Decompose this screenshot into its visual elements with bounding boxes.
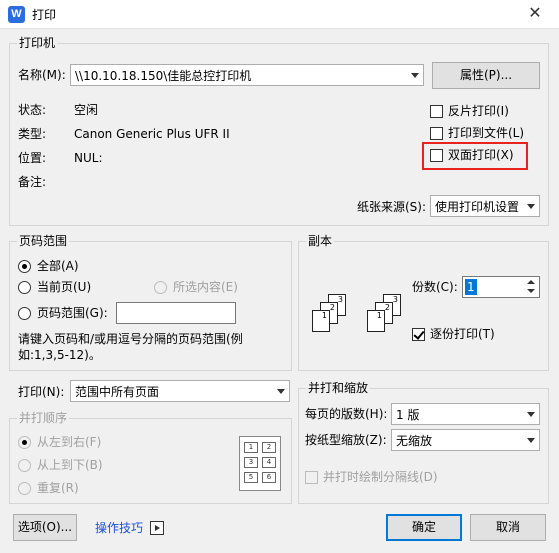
draw-lines-label: 并打时绘制分隔线(D) xyxy=(323,470,438,484)
page-range-selection-radio xyxy=(154,281,167,294)
print-what-value: 范围中所有页面 xyxy=(75,385,160,399)
where-value: NUL: xyxy=(74,151,103,165)
copies-count-label: 份数(C): xyxy=(412,280,458,294)
page-range-pages-label[interactable]: 页码范围(G): xyxy=(37,305,108,321)
page-range-all-label[interactable]: 全部(A) xyxy=(37,258,79,274)
order-group-label: 并打顺序 xyxy=(17,411,70,425)
tips-link[interactable]: 操作技巧 xyxy=(95,520,143,536)
comment-label: 备注: xyxy=(18,175,47,189)
paper-source-select[interactable]: 使用打印机设置 xyxy=(430,195,540,217)
wps-writer-icon: W xyxy=(8,6,25,23)
title-bar: W 打印 ✕ xyxy=(0,0,559,28)
print-to-file-checkbox[interactable] xyxy=(430,127,443,140)
scale-value: 无缩放 xyxy=(396,434,433,448)
pages-per-sheet-label: 每页的版数(H): xyxy=(305,407,388,421)
window-title: 打印 xyxy=(32,8,57,22)
order-cell: 1 xyxy=(244,442,258,453)
page-range-all-radio[interactable] xyxy=(18,260,31,273)
chevron-down-icon xyxy=(277,389,285,394)
print-dialog: 打印机 名称(M): \\10.10.18.150\佳能总控打印机 属性(P).… xyxy=(0,28,559,553)
order-repeat-radio xyxy=(18,482,31,495)
print-to-file-label[interactable]: 打印到文件(L) xyxy=(448,125,524,141)
draw-lines-checkbox xyxy=(305,471,318,484)
cancel-button[interactable]: 取消 xyxy=(470,514,546,541)
type-value: Canon Generic Plus UFR II xyxy=(74,127,230,141)
collate-page-1: 1 xyxy=(312,310,330,332)
printer-group-label: 打印机 xyxy=(17,36,58,50)
order-repeat-label: 重复(R) xyxy=(37,481,79,495)
ok-button[interactable]: 确定 xyxy=(386,514,462,541)
order-preview: 1 2 3 4 5 6 xyxy=(239,436,281,491)
page-range-group-label: 页码范围 xyxy=(17,234,70,248)
where-label: 位置: xyxy=(18,151,47,165)
copies-count-value: 1 xyxy=(465,279,477,295)
status-label: 状态: xyxy=(18,103,47,117)
duplex-label[interactable]: 双面打印(X) xyxy=(448,147,514,163)
chevron-down-icon xyxy=(527,204,535,209)
collate-page-1b: 1 xyxy=(367,310,385,332)
printer-name-select[interactable]: \\10.10.18.150\佳能总控打印机 xyxy=(70,64,424,86)
zoom-group-label: 并打和缩放 xyxy=(306,381,371,395)
pages-per-sheet-select[interactable]: 1 版 xyxy=(391,403,540,425)
collate-checkbox[interactable] xyxy=(412,328,425,341)
chevron-down-icon xyxy=(527,412,535,417)
spinner-up-icon[interactable] xyxy=(527,280,535,284)
pages-per-sheet-value: 1 版 xyxy=(396,408,420,422)
order-ltr-label: 从左到右(F) xyxy=(37,435,102,449)
collate-label[interactable]: 逐份打印(T) xyxy=(430,326,495,342)
options-button[interactable]: 选项(O)... xyxy=(13,514,77,541)
properties-button[interactable]: 属性(P)... xyxy=(432,62,540,89)
page-range-current-label[interactable]: 当前页(U) xyxy=(37,279,91,295)
page-range-hint: 请键入页码和/或用逗号分隔的页码范围(例如:1,3,5-12)。 xyxy=(18,332,243,362)
page-range-current-radio[interactable] xyxy=(18,281,31,294)
page-range-pages-radio[interactable] xyxy=(18,307,31,320)
duplex-checkbox[interactable] xyxy=(430,149,443,162)
printer-name-value: \\10.10.18.150\佳能总控打印机 xyxy=(75,69,252,83)
reverse-print-checkbox[interactable] xyxy=(430,105,443,118)
scale-select[interactable]: 无缩放 xyxy=(391,429,540,451)
order-cell: 2 xyxy=(262,442,276,453)
reverse-print-label[interactable]: 反片打印(I) xyxy=(448,103,509,119)
printer-name-label: 名称(M): xyxy=(18,68,66,82)
page-range-input[interactable] xyxy=(116,302,236,324)
paper-source-value: 使用打印机设置 xyxy=(435,200,520,214)
print-what-label: 打印(N): xyxy=(18,385,65,399)
chevron-down-icon xyxy=(411,73,419,78)
close-icon[interactable]: ✕ xyxy=(520,2,550,24)
order-cell: 4 xyxy=(262,457,276,468)
scale-label: 按纸型缩放(Z): xyxy=(305,433,387,447)
copies-count-input[interactable]: 1 xyxy=(462,276,540,298)
play-icon[interactable] xyxy=(150,521,164,535)
order-ttb-label: 从上到下(B) xyxy=(37,458,103,472)
copies-group-label: 副本 xyxy=(306,234,335,248)
play-triangle-icon xyxy=(155,525,160,531)
order-cell: 6 xyxy=(262,472,276,483)
chevron-down-icon xyxy=(527,438,535,443)
paper-source-label: 纸张来源(S): xyxy=(357,200,427,214)
page-range-selection-label: 所选内容(E) xyxy=(173,280,238,294)
order-cell: 3 xyxy=(244,457,258,468)
spinner-down-icon[interactable] xyxy=(527,289,535,293)
order-cell: 5 xyxy=(244,472,258,483)
status-value: 空闲 xyxy=(74,103,99,117)
order-ltr-radio xyxy=(18,436,31,449)
print-what-select[interactable]: 范围中所有页面 xyxy=(70,380,290,402)
type-label: 类型: xyxy=(18,127,47,141)
order-ttb-radio xyxy=(18,459,31,472)
